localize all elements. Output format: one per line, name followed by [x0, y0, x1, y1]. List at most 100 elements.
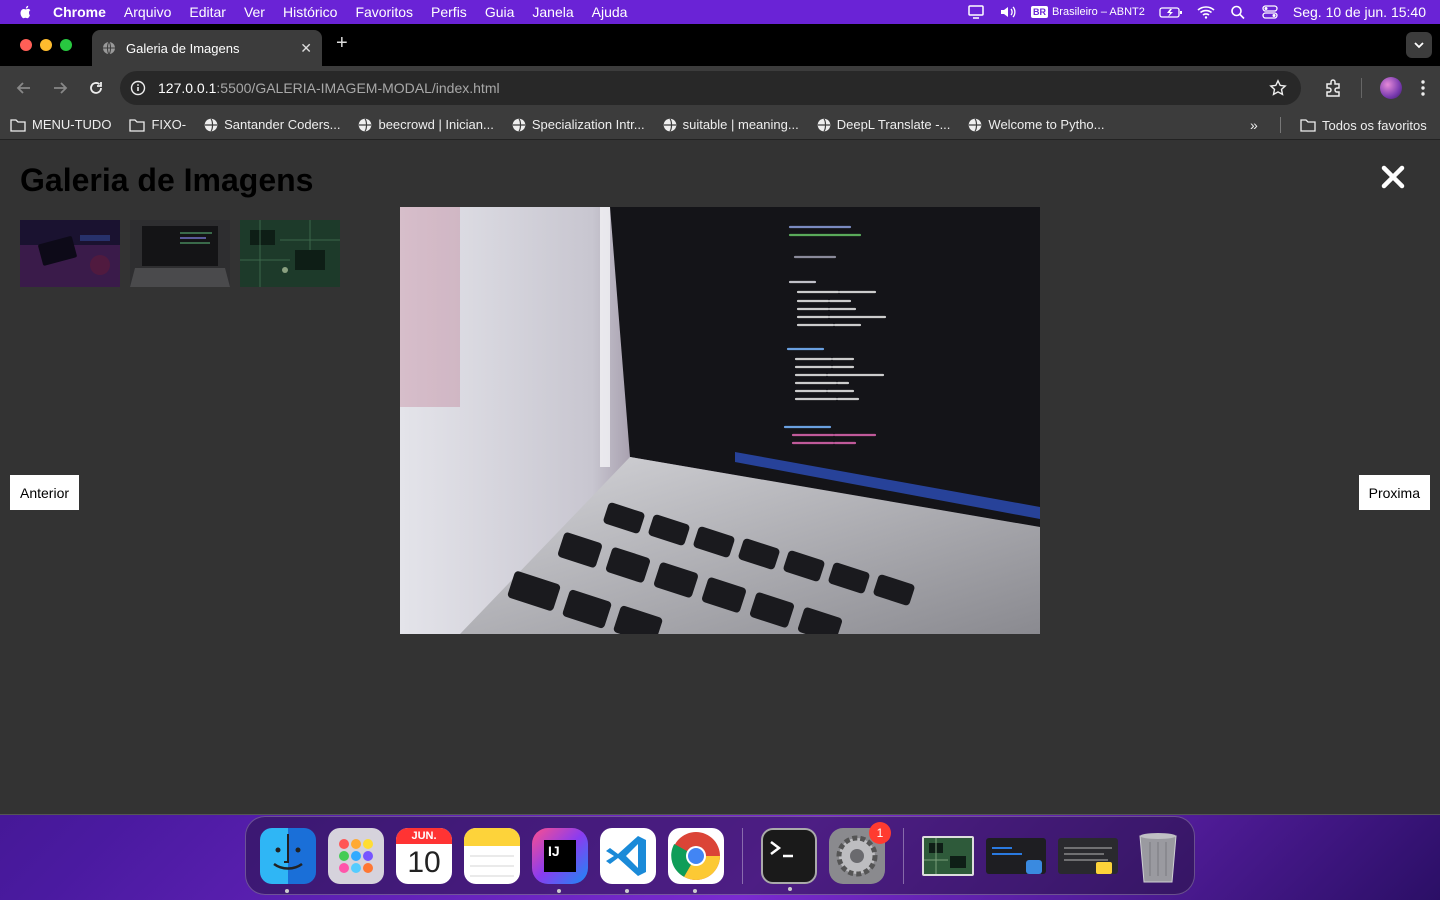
all-bookmarks-folder[interactable]: Todos os favoritos	[1290, 110, 1435, 140]
previous-button[interactable]: Anterior	[10, 475, 80, 510]
calendar-month: JUN.	[396, 827, 452, 844]
globe-icon	[204, 118, 218, 131]
menu-ver[interactable]: Ver	[235, 4, 274, 20]
bookmark-item[interactable]: Specialization Intr...	[502, 117, 653, 132]
chrome-icon[interactable]	[668, 827, 724, 893]
running-indicator	[788, 886, 792, 891]
page-title: Galeria de Imagens	[20, 162, 314, 198]
menu-perfis[interactable]: Perfis	[422, 4, 476, 20]
keyboard-input-indicator[interactable]: BR Brasileiro – ABNT2	[1030, 6, 1145, 18]
notes-icon[interactable]	[464, 827, 520, 884]
recent-file-circuit-icon[interactable]	[922, 835, 974, 876]
bookmark-label: Specialization Intr...	[531, 117, 645, 132]
thumbnail-image-2[interactable]	[130, 220, 230, 287]
new-tab-button[interactable]: +	[336, 32, 348, 55]
bookmark-item[interactable]: MENU-TUDO	[0, 117, 119, 132]
bookmark-label: Todos os favoritos	[1322, 117, 1427, 133]
launchpad-grid-icon	[339, 838, 373, 873]
tab-galeria[interactable]: Galeria de Imagens ✕	[92, 30, 322, 66]
folder-icon	[10, 118, 26, 132]
running-indicator	[625, 888, 629, 893]
bookmark-item[interactable]: FIXO-	[119, 117, 194, 132]
running-indicator	[693, 888, 697, 893]
tab-search-button[interactable]	[1406, 32, 1432, 58]
menu-editar[interactable]: Editar	[180, 4, 235, 20]
menu-bar: Chrome Arquivo Editar Ver Histórico Favo…	[0, 0, 1440, 24]
bookmarks-bar: MENU-TUDO FIXO- Santander Coders... beec…	[0, 110, 1440, 140]
recent-folder-icon[interactable]	[986, 837, 1046, 874]
launchpad-icon[interactable]	[328, 827, 384, 884]
site-info-icon[interactable]	[130, 80, 146, 96]
tab-strip: Galeria de Imagens ✕ +	[0, 24, 1440, 66]
bookmark-label: FIXO-	[151, 117, 187, 132]
kebab-menu-icon[interactable]	[1420, 79, 1426, 97]
menu-janela[interactable]: Janela	[523, 4, 582, 20]
minimize-window-button[interactable]	[40, 39, 52, 51]
thumbnail-image-3[interactable]	[240, 220, 340, 287]
zoom-window-button[interactable]	[60, 39, 72, 51]
more-bookmarks-button[interactable]: »	[1250, 117, 1258, 133]
close-window-button[interactable]	[20, 39, 32, 51]
bookmark-item[interactable]: suitable | meaning...	[653, 117, 807, 132]
globe-icon	[817, 118, 831, 131]
menu-arquivo[interactable]: Arquivo	[115, 4, 180, 20]
clock[interactable]: Seg. 10 de jun. 15:40	[1293, 4, 1426, 20]
control-center-icon[interactable]	[1261, 4, 1279, 20]
reload-button[interactable]	[86, 78, 106, 98]
thumbnail-gallery	[20, 220, 340, 287]
menu-guia[interactable]: Guia	[476, 4, 524, 20]
finder-icon[interactable]	[260, 827, 316, 893]
vscode-logo-icon	[606, 835, 646, 876]
bookmark-star-icon[interactable]	[1269, 79, 1287, 97]
intellij-label: IJ	[548, 842, 560, 859]
bookmark-item[interactable]: beecrowd | Inician...	[348, 117, 501, 132]
close-modal-icon[interactable]	[1380, 164, 1406, 190]
toolbar-actions	[1323, 66, 1440, 110]
trash-icon[interactable]	[1130, 828, 1186, 884]
volume-icon[interactable]	[999, 4, 1017, 20]
bookmark-item[interactable]: Welcome to Pytho...	[958, 117, 1112, 132]
menu-ajuda[interactable]: Ajuda	[583, 4, 637, 20]
apple-icon[interactable]	[18, 4, 34, 20]
screen-mirror-icon[interactable]	[967, 4, 985, 20]
browser-toolbar: 127.0.0.1 :5500/GALERIA-IMAGEM-MODAL/ind…	[0, 66, 1440, 110]
folder-icon	[1300, 119, 1316, 132]
menu-app-name[interactable]: Chrome	[44, 4, 115, 20]
globe-icon	[663, 118, 676, 131]
dock-divider	[903, 827, 904, 884]
recent-document-icon[interactable]	[1058, 837, 1118, 874]
browser-window: Galeria de Imagens ✕ + 127.0.0.1 :5500/G…	[0, 24, 1440, 815]
menu-favoritos[interactable]: Favoritos	[346, 4, 422, 20]
trash-can-icon	[1139, 832, 1177, 882]
address-bar[interactable]: 127.0.0.1 :5500/GALERIA-IMAGEM-MODAL/ind…	[120, 71, 1301, 105]
dock-divider	[742, 827, 743, 884]
intellij-idea-icon[interactable]: IJ	[532, 827, 588, 893]
forward-button[interactable]	[50, 78, 70, 98]
running-indicator	[285, 888, 289, 893]
vscode-icon[interactable]	[600, 827, 656, 893]
spotlight-search-icon[interactable]	[1229, 4, 1247, 20]
chrome-logo-icon	[671, 831, 720, 880]
close-tab-icon[interactable]: ✕	[300, 40, 312, 57]
system-settings-icon[interactable]: 1	[829, 821, 891, 884]
wifi-icon[interactable]	[1197, 4, 1215, 20]
profile-avatar[interactable]	[1380, 77, 1402, 99]
bookmark-item[interactable]: Santander Coders...	[194, 117, 348, 132]
folder-preview-icon	[992, 846, 1042, 874]
bookmark-label: beecrowd | Inician...	[378, 117, 494, 132]
notes-lines-icon	[470, 854, 514, 877]
battery-icon[interactable]	[1159, 4, 1183, 20]
bookmark-label: Welcome to Pytho...	[988, 117, 1105, 132]
thumbnail-image-1[interactable]	[20, 220, 120, 287]
status-area: BR Brasileiro – ABNT2 Seg. 10 de jun. 15…	[967, 0, 1426, 24]
terminal-icon[interactable]	[761, 827, 817, 891]
reload-icon	[90, 82, 102, 94]
tab-title: Galeria de Imagens	[126, 40, 240, 56]
extensions-icon[interactable]	[1323, 78, 1343, 98]
back-button[interactable]	[14, 78, 34, 98]
page-viewport: Galeria de Imagens Anterior Proxima	[0, 140, 1440, 809]
next-button[interactable]: Proxima	[1358, 475, 1430, 510]
calendar-icon[interactable]: JUN. 10	[396, 827, 452, 884]
menu-historico[interactable]: Histórico	[274, 4, 346, 20]
bookmark-item[interactable]: DeepL Translate -...	[807, 117, 959, 132]
